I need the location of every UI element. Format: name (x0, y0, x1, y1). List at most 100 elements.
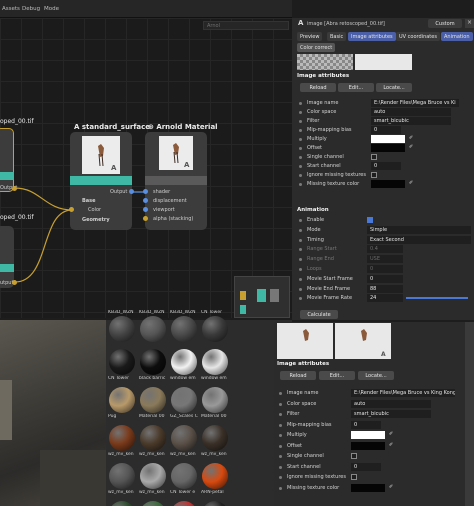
single-channel-checkbox[interactable] (351, 453, 357, 459)
color-space-select[interactable]: auto (371, 108, 451, 116)
start-channel-field[interactable]: 0 (371, 162, 401, 170)
row-reset-dot[interactable] (299, 174, 302, 177)
row-reset-dot[interactable] (299, 165, 302, 168)
row-reset-dot[interactable] (299, 111, 302, 114)
movie-end-field[interactable]: 88 (367, 284, 403, 293)
color-correct-button[interactable]: Color correct (297, 43, 336, 52)
row-reset-dot[interactable] (299, 277, 302, 281)
shader-input-port[interactable] (143, 189, 148, 194)
row-reset-dot[interactable] (299, 120, 302, 123)
displacement-input-port[interactable] (143, 198, 148, 203)
material-thumbnail[interactable]: black barric (139, 348, 167, 381)
material-thumbnail[interactable]: CN Tower e (170, 462, 198, 495)
eyedropper-icon[interactable]: ✐ (409, 180, 413, 186)
calculate-button[interactable]: Calculate (300, 310, 338, 319)
row-reset-dot[interactable] (279, 465, 282, 469)
edit-button[interactable]: Edit... (319, 371, 355, 380)
tab-animation[interactable]: Animation (441, 32, 473, 41)
frame-rate-slider[interactable] (406, 297, 468, 300)
eyedropper-icon[interactable]: ✐ (389, 442, 393, 448)
mode-field[interactable]: Simple (367, 225, 471, 234)
material-thumbnail[interactable] (201, 500, 229, 506)
timing-field[interactable]: Exact Second (367, 235, 471, 244)
material-thumbnail[interactable]: wz_mv_ken (170, 424, 198, 457)
filter-select[interactable]: smart_bicubic (371, 117, 451, 125)
texture-node-top[interactable] (0, 128, 14, 192)
row-reset-dot[interactable] (299, 102, 302, 105)
image-name-field[interactable]: E:\Render Files\Mega Bruce vs Ki (371, 99, 459, 107)
eyedropper-icon[interactable]: ✐ (389, 431, 393, 437)
row-reset-dot[interactable] (279, 413, 282, 416)
eyedropper-icon[interactable]: ✐ (409, 144, 413, 150)
single-channel-checkbox[interactable] (371, 154, 377, 160)
row-reset-dot[interactable] (279, 402, 282, 406)
filter-select[interactable]: smart_bicubic (351, 410, 431, 418)
material-thumbnail[interactable]: Pug (108, 386, 136, 419)
edit-button[interactable]: Edit... (338, 83, 374, 92)
offset-color-swatch[interactable] (371, 144, 405, 152)
tab-basic[interactable]: Basic (327, 32, 347, 41)
eyedropper-icon[interactable]: ✐ (389, 484, 393, 490)
alpha-input-port[interactable] (143, 216, 148, 221)
ignore-missing-checkbox[interactable] (351, 474, 357, 480)
row-reset-dot[interactable] (279, 434, 282, 437)
enable-animation-checkbox[interactable] (367, 217, 373, 223)
locate-button[interactable]: Locate... (376, 83, 412, 92)
material-thumbnail[interactable]: wz_mv_ken (139, 462, 167, 495)
range-start-field[interactable]: 0.4 (367, 245, 403, 254)
panel-close-icon[interactable]: × (465, 19, 474, 28)
row-reset-dot[interactable] (279, 455, 282, 458)
material-thumbnail[interactable]: window em (170, 348, 198, 381)
multiply-color-swatch[interactable] (371, 135, 405, 143)
row-reset-dot[interactable] (299, 183, 302, 186)
3d-viewport[interactable] (0, 320, 106, 506)
mip-bias-field[interactable]: 0 (351, 420, 381, 429)
material-thumbnail[interactable]: KB3D_WZN (108, 310, 136, 343)
tab-uv-coordinates[interactable]: UV coordinates (396, 32, 440, 41)
custom-button[interactable]: Custom (428, 19, 462, 28)
image-name-field[interactable]: E:\Render Files\Mega Bruce vs King Kong\… (351, 389, 455, 397)
standard-surface-node[interactable]: A Output Base Color Geometry (70, 132, 132, 230)
texture-node-bottom[interactable] (0, 226, 14, 288)
menu-assets[interactable]: Assets (2, 6, 20, 12)
row-reset-dot[interactable] (279, 486, 282, 490)
start-channel-field[interactable]: 0 (351, 462, 381, 471)
mip-bias-field[interactable]: 0 (371, 126, 401, 134)
material-thumbnail[interactable]: wz_mv_ken (108, 424, 136, 457)
material-thumbnail[interactable]: Material 00 (201, 386, 229, 419)
material-thumbnail[interactable]: CN Tower (108, 348, 136, 381)
row-reset-dot[interactable] (299, 228, 302, 232)
eyedropper-icon[interactable]: ✐ (409, 135, 413, 141)
row-reset-dot[interactable] (299, 156, 302, 159)
material-thumbnail[interactable]: ARN-petal (201, 462, 229, 495)
loops-field[interactable]: 0 (367, 265, 403, 273)
ignore-missing-checkbox[interactable] (371, 172, 377, 178)
row-reset-dot[interactable] (279, 392, 282, 395)
row-reset-dot[interactable] (279, 476, 282, 479)
movie-start-field[interactable]: 0 (367, 274, 403, 283)
offset-color-swatch[interactable] (351, 441, 385, 450)
material-thumbnail[interactable]: window em (201, 348, 229, 381)
multiply-color-swatch[interactable] (351, 431, 385, 439)
row-reset-dot[interactable] (299, 147, 302, 150)
missing-color-swatch[interactable] (351, 483, 385, 492)
tab-preview[interactable]: Preview (297, 32, 323, 41)
scrollbar[interactable] (465, 322, 474, 506)
row-reset-dot[interactable] (299, 219, 302, 222)
viewport-input-port[interactable] (143, 207, 148, 212)
row-reset-dot[interactable] (279, 423, 282, 427)
reload-button[interactable]: Reload (280, 371, 316, 380)
reload-button[interactable]: Reload (300, 83, 336, 92)
row-reset-dot[interactable] (279, 444, 282, 448)
material-thumbnail[interactable]: wz_mv_ken (108, 462, 136, 495)
material-thumbnail[interactable]: wz_mv_ken (201, 424, 229, 457)
output-port[interactable] (129, 189, 134, 194)
material-thumbnail[interactable] (108, 500, 136, 506)
row-reset-dot[interactable] (299, 238, 302, 242)
material-thumbnail[interactable]: wz_mv_ken (139, 424, 167, 457)
material-thumbnail[interactable]: CN Tower (201, 310, 229, 343)
node-minimap[interactable] (234, 276, 290, 318)
tab-image-attributes[interactable]: Image attributes (348, 32, 396, 41)
range-end-field[interactable]: USE (367, 255, 403, 264)
material-thumbnail[interactable] (139, 500, 167, 506)
